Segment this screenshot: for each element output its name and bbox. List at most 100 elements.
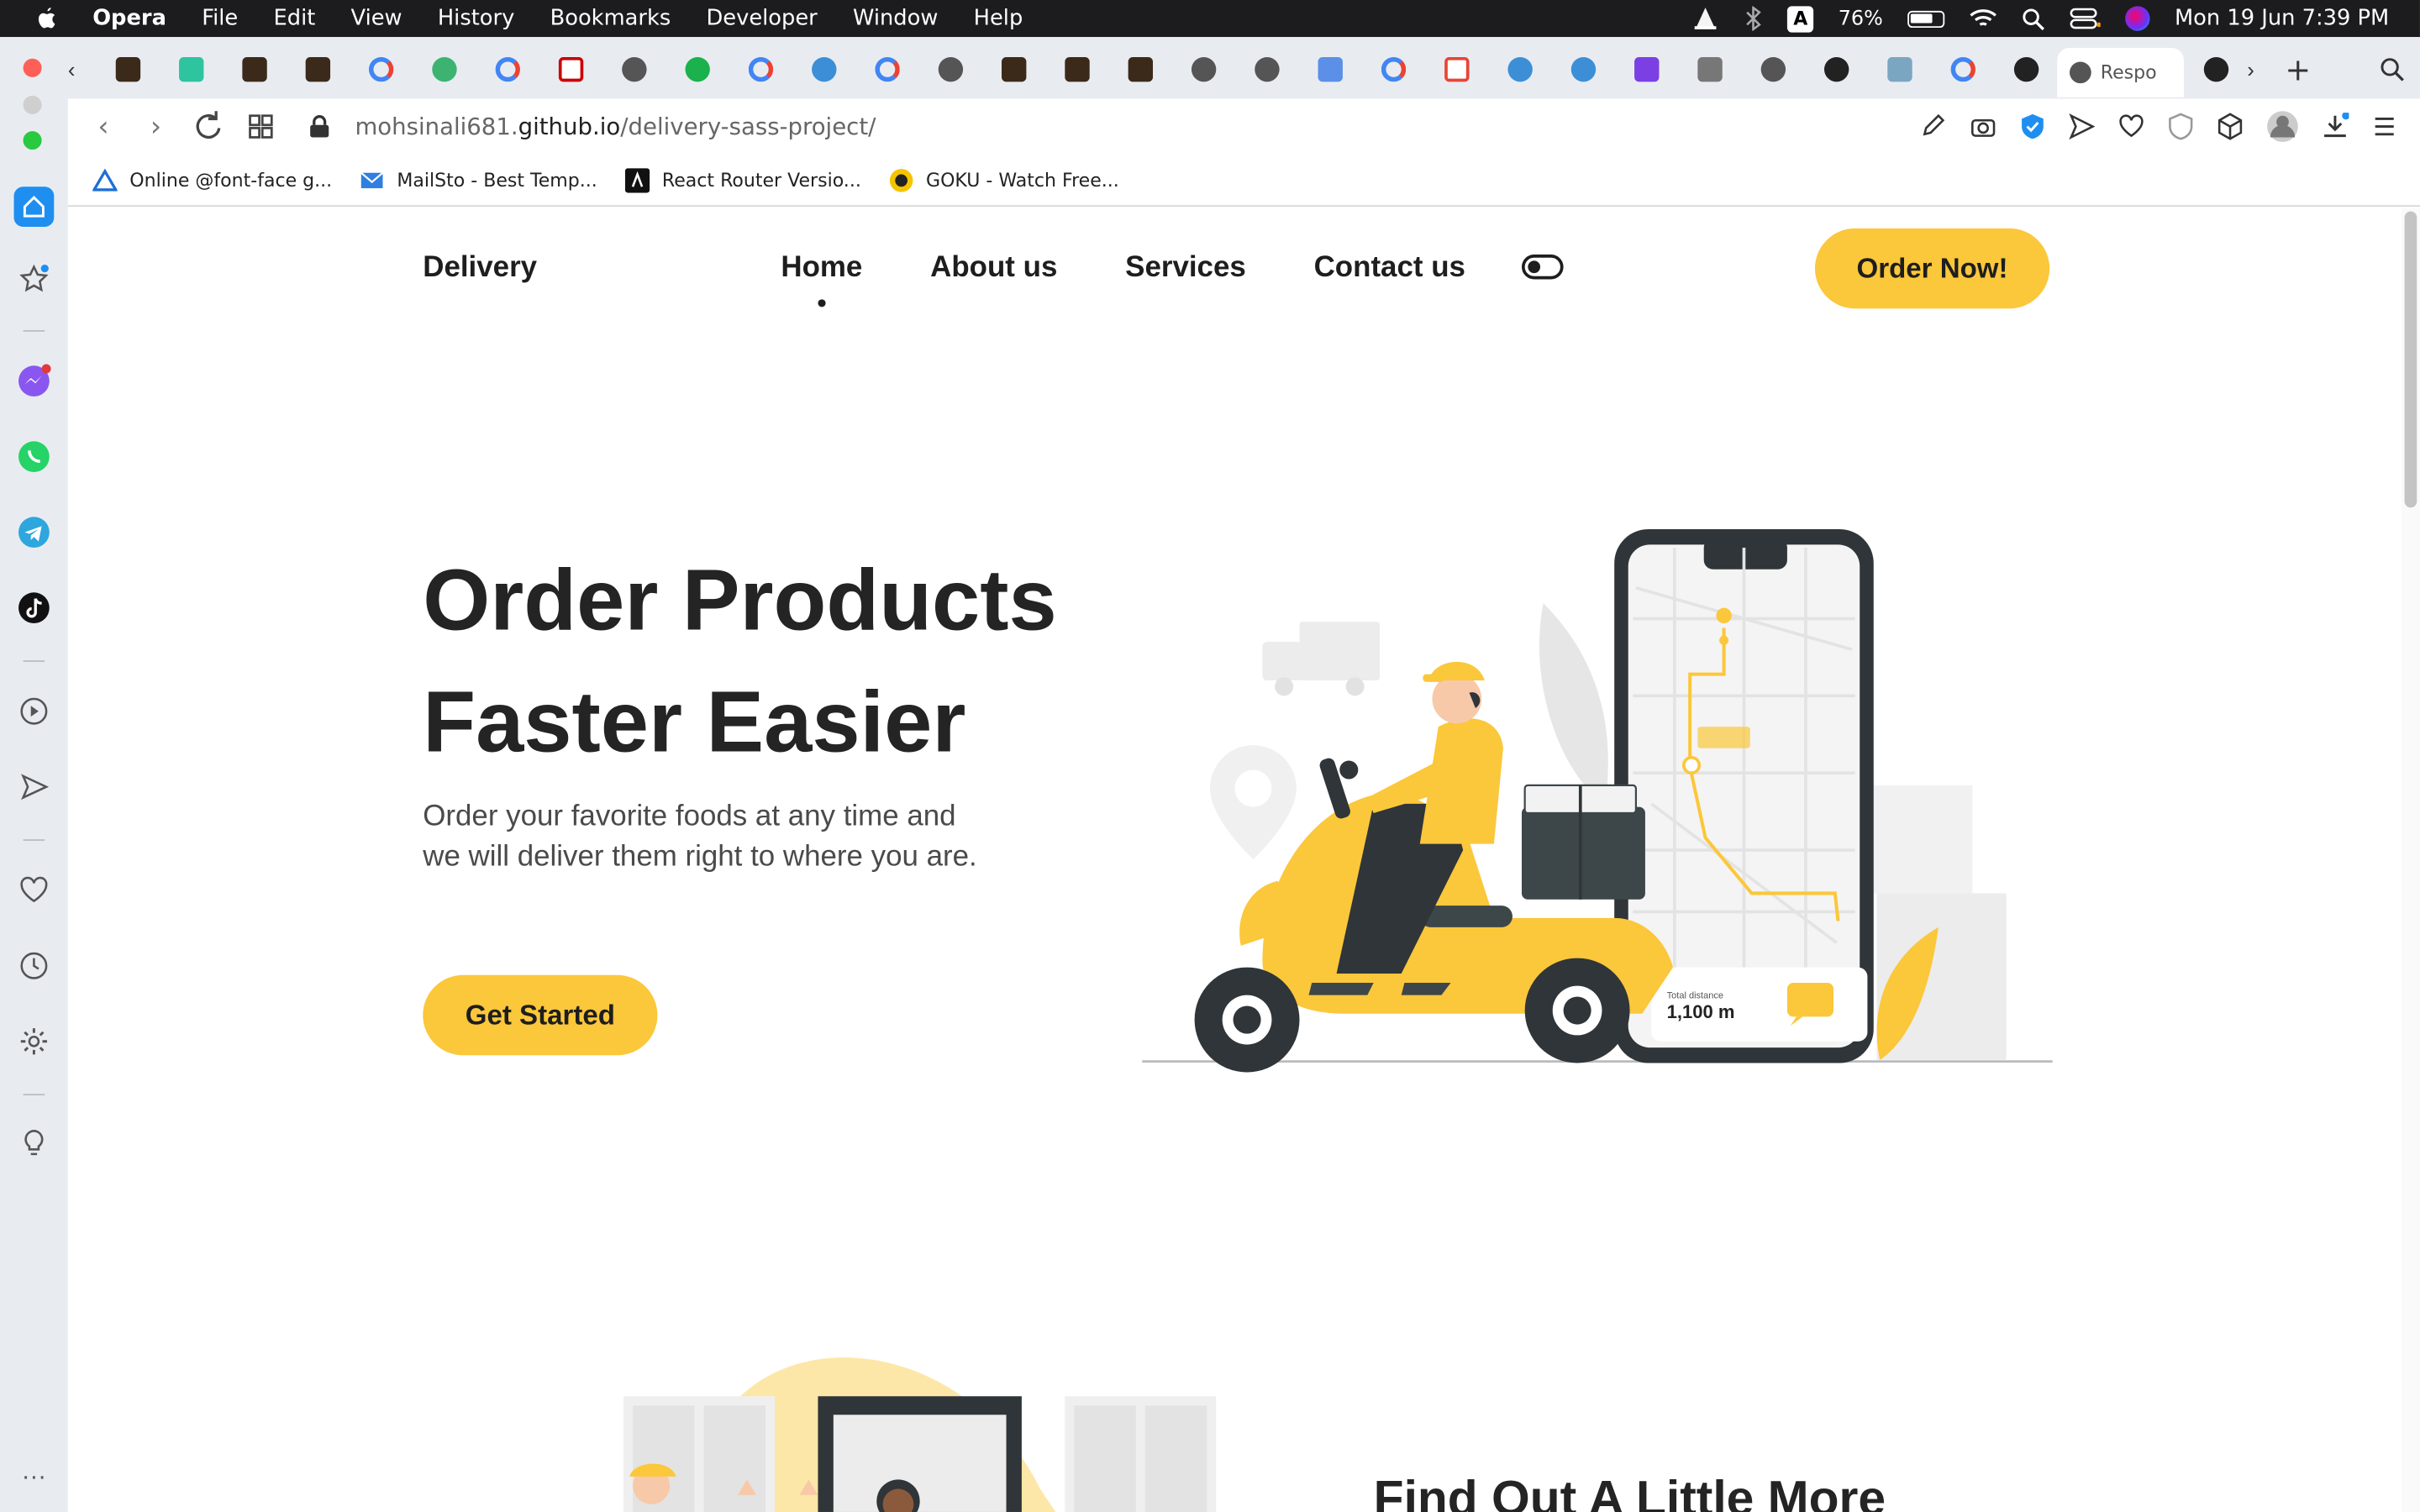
tab[interactable]	[222, 50, 285, 90]
get-started-button[interactable]: Get Started	[423, 974, 658, 1056]
battery-icon[interactable]	[1907, 9, 1945, 28]
input-source-icon[interactable]: A	[1787, 5, 1814, 32]
more-icon[interactable]: ···	[15, 1460, 52, 1497]
my-flow-icon[interactable]	[15, 769, 52, 806]
tab[interactable]	[729, 50, 792, 90]
menu-file[interactable]: File	[202, 6, 238, 30]
lock-icon[interactable]	[308, 114, 330, 139]
cube-icon[interactable]	[2217, 113, 2244, 140]
tab[interactable]	[1551, 50, 1614, 90]
tab[interactable]	[539, 50, 602, 90]
lightbulb-icon[interactable]	[15, 1125, 52, 1162]
bookmark-item[interactable]: MailSto - Best Temp...	[360, 169, 597, 191]
menu-edit[interactable]: Edit	[273, 6, 315, 30]
tab[interactable]	[412, 50, 475, 90]
tab-scroll-right-icon[interactable]: ›	[2247, 57, 2275, 81]
tab[interactable]	[602, 50, 665, 90]
player-icon[interactable]	[15, 693, 52, 730]
menubar-clock[interactable]: Mon 19 Jun 7:39 PM	[2175, 6, 2389, 30]
pinboard-icon[interactable]	[15, 260, 52, 297]
tab[interactable]	[1424, 50, 1487, 90]
tab[interactable]	[1361, 50, 1424, 90]
nav-about-us[interactable]: About us	[930, 251, 1057, 285]
theme-toggle-icon[interactable]	[1521, 255, 1564, 280]
shield-icon[interactable]	[2018, 113, 2046, 140]
close-window-button[interactable]	[23, 58, 42, 77]
camera-icon[interactable]	[1970, 113, 1997, 140]
tab[interactable]	[666, 50, 729, 90]
menu-help[interactable]: Help	[974, 6, 1023, 30]
home-icon[interactable]	[13, 186, 55, 227]
tab[interactable]	[855, 50, 918, 90]
search-tabs-icon[interactable]	[2380, 57, 2404, 81]
tab[interactable]	[1677, 50, 1740, 90]
apple-icon[interactable]	[34, 6, 58, 30]
settings-gear-icon[interactable]	[15, 1023, 52, 1060]
tab[interactable]	[918, 50, 981, 90]
tab[interactable]	[1994, 50, 2057, 90]
easy-setup-menu-icon[interactable]	[2370, 113, 2398, 140]
bookmarks-heart-icon[interactable]	[15, 872, 52, 909]
order-now-button[interactable]: Order Now!	[1814, 228, 2050, 309]
tab[interactable]	[1741, 50, 1804, 90]
menu-window[interactable]: Window	[853, 6, 938, 30]
menu-bookmarks[interactable]: Bookmarks	[550, 6, 671, 30]
send-icon[interactable]	[2068, 113, 2096, 140]
download-icon[interactable]	[2321, 113, 2349, 140]
tab[interactable]	[1867, 50, 1930, 90]
whatsapp-icon[interactable]	[15, 438, 52, 475]
minimize-window-button[interactable]	[23, 95, 42, 114]
spotlight-search-icon[interactable]	[2022, 7, 2045, 30]
tab[interactable]	[1804, 50, 1867, 90]
zoom-window-button[interactable]	[23, 131, 42, 150]
siri-icon[interactable]	[2125, 6, 2150, 31]
nav-services[interactable]: Services	[1125, 251, 1246, 285]
tab[interactable]	[476, 50, 539, 90]
tab[interactable]	[96, 50, 159, 90]
new-tab-icon[interactable]: +	[2275, 51, 2321, 88]
tab[interactable]	[1044, 50, 1107, 90]
bookmark-item[interactable]: React Router Versio...	[624, 167, 861, 192]
menu-app-name[interactable]: Opera	[92, 6, 166, 30]
tab-active[interactable]: Respo	[2057, 47, 2184, 97]
bookmark-item[interactable]: GOKU - Watch Free...	[889, 167, 1119, 192]
telegram-icon[interactable]	[15, 514, 52, 551]
tab[interactable]	[1931, 50, 1994, 90]
nav-home[interactable]: Home	[781, 251, 862, 307]
tab[interactable]	[1234, 50, 1297, 90]
menu-view[interactable]: View	[351, 6, 402, 30]
heart-icon[interactable]	[2118, 113, 2145, 140]
adblock-shield-icon[interactable]	[2167, 113, 2195, 140]
back-button[interactable]: ‹	[77, 100, 129, 152]
bluetooth-icon[interactable]	[1744, 6, 1763, 31]
menu-developer[interactable]: Developer	[706, 6, 817, 30]
tab[interactable]	[349, 50, 412, 90]
site-brand[interactable]: Delivery	[423, 251, 537, 285]
bookmark-item[interactable]: Online @font-face g...	[92, 167, 332, 192]
nav-contact-us[interactable]: Contact us	[1314, 251, 1465, 285]
tiktok-icon[interactable]	[15, 590, 52, 627]
reload-icon[interactable]	[182, 100, 234, 152]
tab[interactable]	[1108, 50, 1171, 90]
url-text[interactable]: mohsinali681.github.io/delivery-sass-pro…	[355, 113, 876, 140]
tab-grid-icon[interactable]	[234, 100, 287, 152]
tab[interactable]	[981, 50, 1044, 90]
tab[interactable]	[792, 50, 855, 90]
wifi-icon[interactable]	[1970, 8, 1997, 29]
messenger-icon[interactable]	[15, 363, 52, 400]
tab[interactable]	[286, 50, 349, 90]
tab[interactable]	[1171, 50, 1234, 90]
forward-button[interactable]: ›	[129, 100, 182, 152]
edit-icon[interactable]	[1920, 113, 1948, 140]
profile-avatar-icon[interactable]	[2265, 109, 2299, 143]
control-center-icon[interactable]	[2070, 6, 2101, 30]
tab[interactable]	[1298, 50, 1361, 90]
tab[interactable]	[159, 50, 222, 90]
tab[interactable]	[1488, 50, 1551, 90]
vlc-icon[interactable]	[1691, 6, 1719, 30]
menu-history[interactable]: History	[438, 6, 514, 30]
page-scrollbar[interactable]	[2401, 207, 2420, 1512]
scrollbar-thumb[interactable]	[2404, 211, 2417, 508]
tab[interactable]	[2184, 50, 2247, 90]
tab[interactable]	[1614, 50, 1677, 90]
